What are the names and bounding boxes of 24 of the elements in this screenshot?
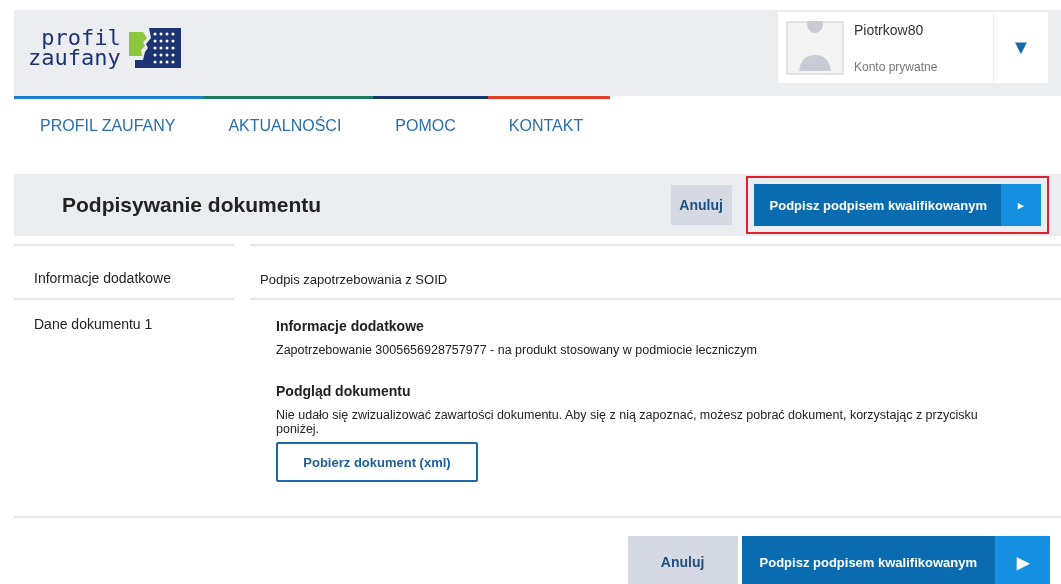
cancel-button[interactable]: Anuluj <box>627 536 738 584</box>
row-value: Podpis zapotrzebowania z SOID <box>260 272 448 287</box>
account-type: Konto prywatne <box>854 59 938 74</box>
user-menu-toggle[interactable]: ▼ <box>994 12 1048 83</box>
user-name: Piotrkow80 <box>854 21 925 38</box>
page-title: Podpisywanie dokumentu <box>62 193 322 217</box>
avatar-icon <box>786 20 844 75</box>
section-heading: Podgląd dokumentu <box>276 383 411 399</box>
section-heading: Informacje dodatkowe <box>276 318 424 334</box>
row-label: Dane dokumentu 1 <box>34 316 153 332</box>
logo-icon <box>128 28 181 68</box>
download-button[interactable]: Pobierz dokument (xml) <box>276 442 478 482</box>
cancel-button[interactable]: Anuluj <box>670 185 732 225</box>
preview-message: Nie udało się zwizualizować zawartości dokumentu. Aby się z nią zapoznać, możesz pobrać dokument, korzystając z przycisku poniżej. <box>276 408 979 436</box>
info-text: Zapotrzebowanie 3005656928757977 - na produkt stosowany w podmiocie leczniczym <box>276 343 757 357</box>
logo-text: zaufany <box>28 48 121 68</box>
nav-link[interactable]: KONTAKT <box>508 117 584 154</box>
sign-button[interactable]: Podpisz podpisem kwalifikowanym ▸ <box>753 184 1041 226</box>
row-label: Informacje dodatkowe <box>34 270 171 286</box>
nav-link[interactable]: AKTUALNOŚCI <box>228 117 342 154</box>
nav-link[interactable]: POMOC <box>395 117 456 154</box>
nav-link[interactable]: PROFIL ZAUFANY <box>40 117 176 154</box>
logo-text: profil <box>41 28 121 48</box>
sign-button[interactable]: Podpisz podpisem kwalifikowanym ▶ <box>741 536 1050 584</box>
